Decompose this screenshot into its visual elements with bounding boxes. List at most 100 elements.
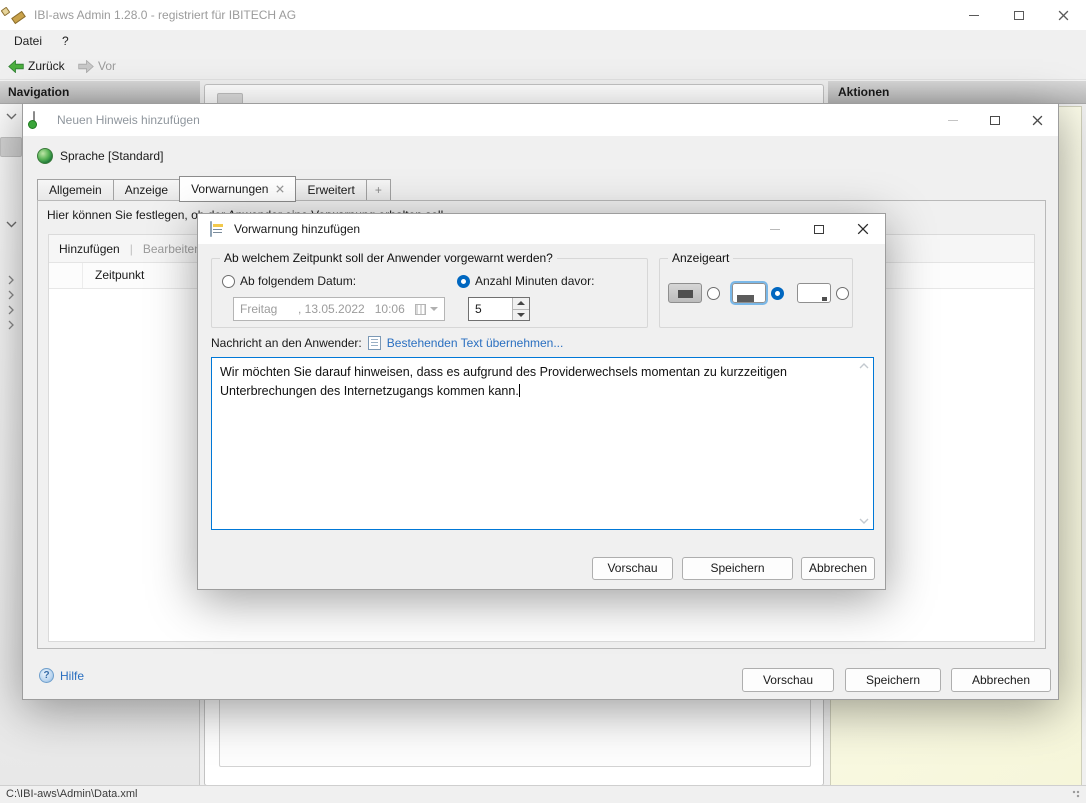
radio-unselected-icon[interactable] — [707, 287, 720, 300]
forward-button[interactable]: Vor — [78, 52, 116, 80]
vorwarnung-cancel-button[interactable]: Abbrechen — [801, 557, 875, 580]
hinweis-close-button[interactable] — [1016, 104, 1058, 136]
message-text: Wir möchten Sie darauf hinweisen, dass e… — [220, 365, 787, 398]
list-edit-button[interactable]: Bearbeiten — [143, 242, 201, 256]
radio-selected-icon[interactable] — [457, 275, 470, 288]
navigation-header: Navigation — [0, 80, 200, 104]
chevron-right-icon[interactable] — [8, 275, 14, 285]
add-note-icon — [33, 111, 35, 127]
display-window-bottom-icon — [732, 283, 766, 303]
menu-help[interactable]: ? — [56, 30, 75, 52]
hinweis-cancel-button[interactable]: Abbrechen — [951, 668, 1051, 692]
globe-icon — [37, 148, 53, 164]
vorwarnung-dialog-title: Vorwarnung hinzufügen — [234, 214, 360, 244]
tab-anzeige[interactable]: Anzeige — [113, 179, 180, 201]
hinweis-preview-button[interactable]: Vorschau — [742, 668, 834, 692]
main-toolbar: Zurück Vor — [0, 52, 1086, 80]
menubar: Datei ? — [0, 30, 1086, 52]
message-label: Nachricht an den Anwender: — [211, 336, 362, 350]
display-option-window-bottom[interactable] — [732, 283, 784, 303]
main-maximize-button[interactable] — [996, 0, 1041, 30]
chevron-down-icon[interactable] — [6, 221, 17, 228]
chevron-down-icon[interactable] — [6, 113, 17, 120]
tabrow: Allgemein Anzeige Vorwarnungen Erweitert… — [37, 175, 390, 201]
actions-header: Aktionen — [828, 80, 1086, 104]
hinweis-maximize-button[interactable] — [974, 104, 1016, 136]
main-close-button[interactable] — [1041, 0, 1086, 30]
close-icon — [1032, 115, 1043, 126]
list-add-button[interactable]: Hinzufügen — [59, 242, 120, 256]
message-textarea[interactable]: Wir möchten Sie darauf hinweisen, dass e… — [211, 357, 874, 530]
help-label: Hilfe — [60, 669, 84, 683]
chevron-right-icon[interactable] — [8, 320, 14, 330]
minutes-spinner[interactable]: 5 — [468, 297, 530, 321]
display-option-corner[interactable] — [797, 283, 849, 303]
close-icon — [857, 223, 869, 235]
display-option-fullscreen[interactable] — [668, 283, 720, 303]
vorwarnung-maximize-button[interactable] — [797, 214, 841, 244]
resize-grip[interactable] — [1072, 790, 1082, 800]
vorwarnung-titlebar: Vorwarnung hinzufügen — [198, 214, 885, 244]
vorwarnung-close-button[interactable] — [841, 214, 885, 244]
scroll-down-icon[interactable] — [859, 518, 869, 524]
display-groupbox-title: Anzeigeart — [668, 251, 733, 265]
main-minimize-button[interactable] — [951, 0, 996, 30]
back-button[interactable]: Zurück — [8, 52, 65, 80]
statusbar-path: C:\IBI-aws\Admin\Data.xml — [6, 786, 137, 803]
close-icon — [1058, 10, 1069, 21]
spinner-down-button[interactable] — [513, 309, 529, 321]
hinweis-titlebar: Neuen Hinweis hinzufügen — [23, 104, 1058, 136]
time-groupbox-title: Ab welchem Zeitpunkt soll der Anwender v… — [220, 251, 557, 265]
list-header-zeitpunkt[interactable]: Zeitpunkt — [83, 263, 144, 288]
minutes-radio-option[interactable]: Anzahl Minuten davor: — [457, 274, 594, 288]
nav-selected-item[interactable] — [0, 137, 22, 157]
plus-badge-icon — [28, 120, 37, 129]
prewarn-message-icon — [210, 221, 212, 237]
vorwarnung-dialog: Vorwarnung hinzufügen Ab welchem Zeitpun… — [197, 213, 886, 590]
date-radio-option[interactable]: Ab folgendem Datum: — [222, 274, 356, 288]
hinweis-dialog-title: Neuen Hinweis hinzufügen — [57, 104, 200, 136]
language-row[interactable]: Sprache [Standard] — [37, 148, 163, 164]
tab-erweitert[interactable]: Erweitert — [295, 179, 366, 201]
date-picker[interactable]: Freitag , 13.05.2022 10:06 — [233, 297, 445, 321]
date-value: , 13.05.2022 — [298, 302, 365, 316]
display-corner-icon — [797, 283, 831, 303]
language-label: Sprache [Standard] — [60, 149, 163, 163]
spinner-up-button[interactable] — [513, 298, 529, 309]
hinweis-minimize-button[interactable] — [932, 104, 974, 136]
tab-add-button[interactable]: + — [366, 179, 391, 201]
minutes-radio-label: Anzahl Minuten davor: — [475, 274, 594, 288]
statusbar: C:\IBI-aws\Admin\Data.xml — [0, 785, 1086, 803]
take-existing-text-link[interactable]: Bestehenden Text übernehmen... — [387, 336, 564, 350]
radio-selected-icon[interactable] — [771, 287, 784, 300]
chevron-right-icon[interactable] — [8, 305, 14, 315]
vorwarnung-minimize-button[interactable] — [753, 214, 797, 244]
back-arrow-icon — [8, 60, 24, 73]
main-titlebar: IBI-aws Admin 1.28.0 - registriert für I… — [0, 0, 1086, 30]
tab-allgemein[interactable]: Allgemein — [37, 179, 114, 201]
calendar-icon — [415, 304, 426, 315]
paste-text-icon — [368, 336, 381, 350]
menu-datei[interactable]: Datei — [8, 30, 48, 52]
minutes-value[interactable]: 5 — [469, 298, 512, 320]
list-toolbar-separator: | — [130, 242, 133, 256]
vorwarnung-preview-button[interactable]: Vorschau — [592, 557, 673, 580]
date-day: Freitag — [240, 302, 298, 316]
display-groupbox: Anzeigeart — [659, 258, 853, 328]
chevron-right-icon[interactable] — [8, 290, 14, 300]
radio-unselected-icon[interactable] — [222, 275, 235, 288]
main-window-title: IBI-aws Admin 1.28.0 - registriert für I… — [34, 0, 296, 30]
scroll-up-icon[interactable] — [859, 363, 869, 369]
text-caret — [519, 384, 520, 397]
tab-vorwarnungen[interactable]: Vorwarnungen — [179, 176, 296, 202]
forward-label: Vor — [98, 59, 116, 73]
date-time: 10:06 — [375, 302, 405, 316]
hinweis-save-button[interactable]: Speichern — [845, 668, 941, 692]
vorwarnung-save-button[interactable]: Speichern — [682, 557, 793, 580]
dropdown-caret-icon[interactable] — [430, 307, 438, 311]
radio-unselected-icon[interactable] — [836, 287, 849, 300]
display-fullscreen-icon — [668, 283, 702, 303]
tab-close-icon[interactable] — [276, 185, 284, 193]
help-link[interactable]: ? Hilfe — [39, 668, 84, 683]
time-groupbox: Ab welchem Zeitpunkt soll der Anwender v… — [211, 258, 648, 328]
